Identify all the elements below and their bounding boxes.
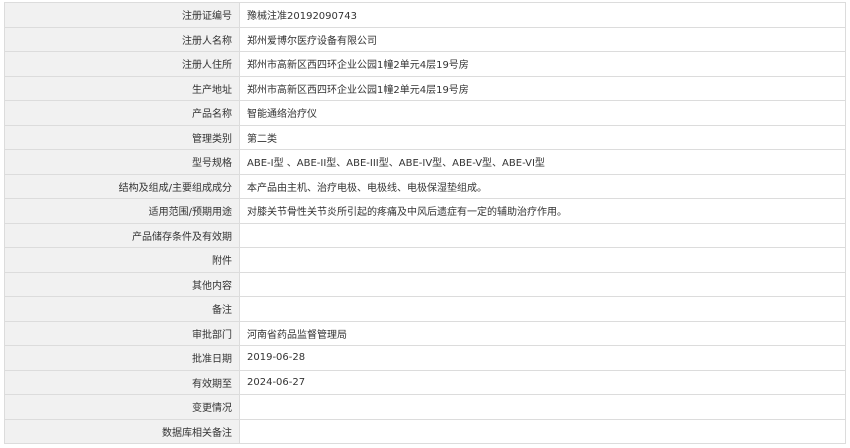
field-value: 2024-06-27 bbox=[239, 369, 846, 395]
field-value bbox=[239, 418, 846, 444]
field-value bbox=[239, 394, 846, 420]
field-label: 附件 bbox=[4, 247, 240, 273]
field-label: 数据库相关备注 bbox=[4, 418, 240, 444]
registration-record-table: 注册证编号 豫械注准20192090743 注册人名称 郑州爱博尔医疗设备有限公… bbox=[4, 2, 846, 444]
row-valid-until: 有效期至 2024-06-27 bbox=[4, 369, 846, 395]
field-label: 注册人住所 bbox=[4, 51, 240, 77]
field-label: 型号规格 bbox=[4, 149, 240, 175]
field-value bbox=[239, 296, 846, 322]
row-attachments: 附件 bbox=[4, 247, 846, 273]
row-storage-validity: 产品储存条件及有效期 bbox=[4, 222, 846, 248]
field-value: 智能通络治疗仪 bbox=[239, 100, 846, 126]
field-value bbox=[239, 271, 846, 297]
field-label: 注册人名称 bbox=[4, 26, 240, 52]
field-label: 批准日期 bbox=[4, 345, 240, 371]
row-management-category: 管理类别 第二类 bbox=[4, 124, 846, 150]
field-value: 对膝关节骨性关节炎所引起的疼痛及中风后遗症有一定的辅助治疗作用。 bbox=[239, 198, 846, 224]
field-value: 2019-06-28 bbox=[239, 345, 846, 371]
row-intended-use: 适用范围/预期用途 对膝关节骨性关节炎所引起的疼痛及中风后遗症有一定的辅助治疗作… bbox=[4, 198, 846, 224]
row-remarks: 备注 bbox=[4, 296, 846, 322]
row-other-content: 其他内容 bbox=[4, 271, 846, 297]
field-value: 郑州市高新区西四环企业公园1幢2单元4层19号房 bbox=[239, 51, 846, 77]
row-registrant-name: 注册人名称 郑州爱博尔医疗设备有限公司 bbox=[4, 26, 846, 52]
field-label: 备注 bbox=[4, 296, 240, 322]
field-value: ABE-I型 、ABE-II型、ABE-III型、ABE-IV型、ABE-V型、… bbox=[239, 149, 846, 175]
row-change-status: 变更情况 bbox=[4, 394, 846, 420]
field-value: 郑州市高新区西四环企业公园1幢2单元4层19号房 bbox=[239, 75, 846, 101]
field-label: 产品名称 bbox=[4, 100, 240, 126]
field-label: 生产地址 bbox=[4, 75, 240, 101]
row-registration-number: 注册证编号 豫械注准20192090743 bbox=[4, 2, 846, 28]
row-approval-date: 批准日期 2019-06-28 bbox=[4, 345, 846, 371]
field-value bbox=[239, 247, 846, 273]
field-label: 产品储存条件及有效期 bbox=[4, 222, 240, 248]
row-approval-department: 审批部门 河南省药品监督管理局 bbox=[4, 320, 846, 346]
row-production-address: 生产地址 郑州市高新区西四环企业公园1幢2单元4层19号房 bbox=[4, 75, 846, 101]
field-value: 郑州爱博尔医疗设备有限公司 bbox=[239, 26, 846, 52]
row-database-remarks: 数据库相关备注 bbox=[4, 418, 846, 444]
row-model-specification: 型号规格 ABE-I型 、ABE-II型、ABE-III型、ABE-IV型、AB… bbox=[4, 149, 846, 175]
field-value: 豫械注准20192090743 bbox=[239, 2, 846, 28]
field-label: 审批部门 bbox=[4, 320, 240, 346]
field-value bbox=[239, 222, 846, 248]
field-label: 其他内容 bbox=[4, 271, 240, 297]
field-label: 变更情况 bbox=[4, 394, 240, 420]
row-product-name: 产品名称 智能通络治疗仪 bbox=[4, 100, 846, 126]
row-structure-composition: 结构及组成/主要组成成分 本产品由主机、治疗电极、电极线、电极保湿垫组成。 bbox=[4, 173, 846, 199]
field-value: 第二类 bbox=[239, 124, 846, 150]
field-value: 河南省药品监督管理局 bbox=[239, 320, 846, 346]
field-label: 有效期至 bbox=[4, 369, 240, 395]
field-label: 结构及组成/主要组成成分 bbox=[4, 173, 240, 199]
field-label: 注册证编号 bbox=[4, 2, 240, 28]
field-label: 管理类别 bbox=[4, 124, 240, 150]
field-value: 本产品由主机、治疗电极、电极线、电极保湿垫组成。 bbox=[239, 173, 846, 199]
field-label: 适用范围/预期用途 bbox=[4, 198, 240, 224]
row-registrant-address: 注册人住所 郑州市高新区西四环企业公园1幢2单元4层19号房 bbox=[4, 51, 846, 77]
